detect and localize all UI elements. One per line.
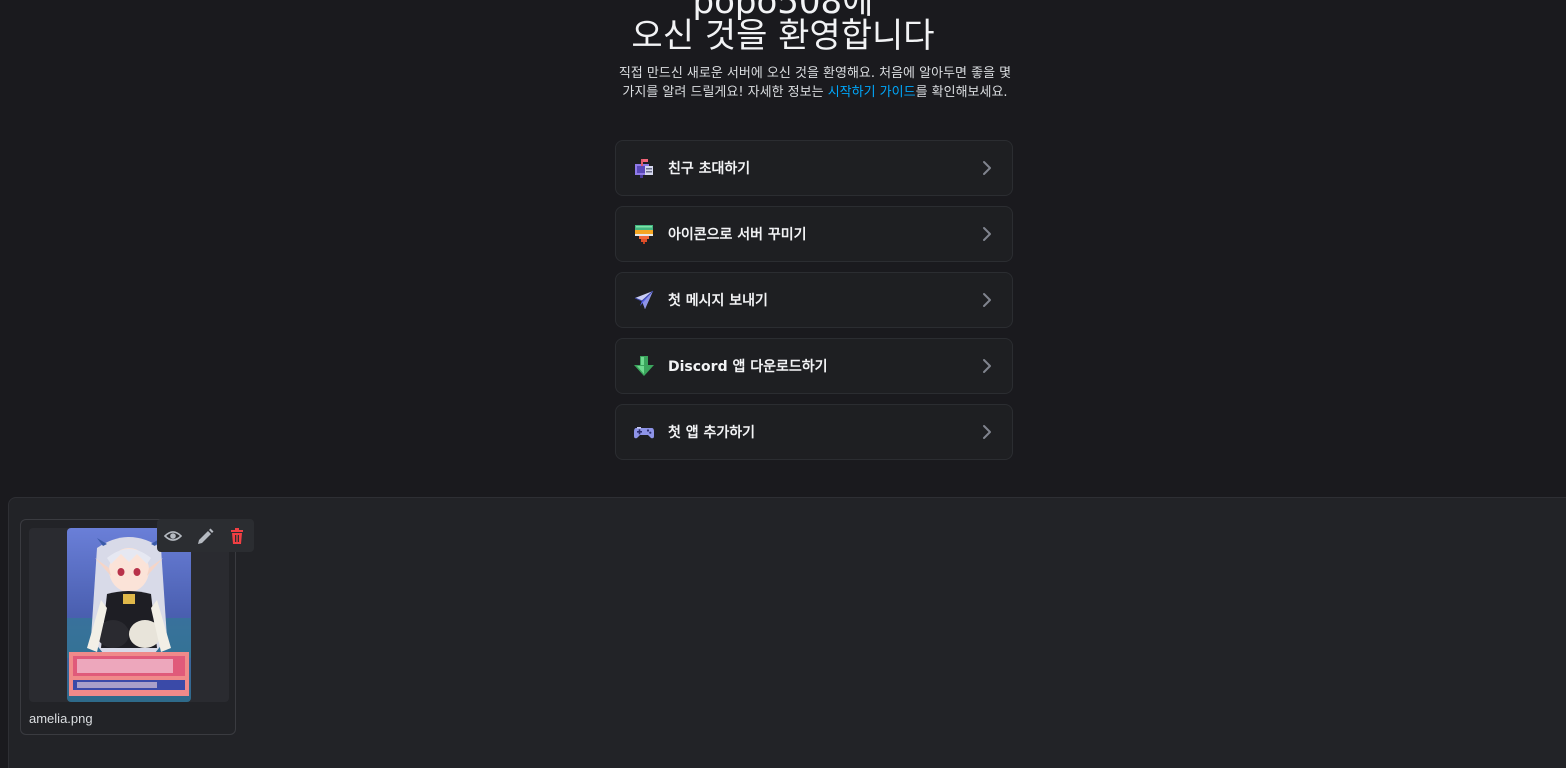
pencil-icon[interactable] (196, 527, 214, 545)
chevron-right-icon (983, 359, 991, 373)
download-arrow-icon (634, 356, 654, 376)
welcome-description: 직접 만드신 새로운 서버에 오신 것을 환영해요. 처음에 알아두면 좋을 몇… (615, 65, 1015, 102)
download-app-card[interactable]: Discord 앱 다운로드하기 (615, 338, 1013, 394)
card-label: 첫 앱 추가하기 (668, 425, 756, 441)
eye-icon[interactable] (164, 527, 182, 545)
mailbox-icon (635, 159, 653, 178)
welcome-section: popo508에 오신 것을 환영합니다 직접 만드신 새로운 서버에 오신 것… (0, 0, 1566, 497)
welcome-title-line2: 오신 것을 환영합니다 (631, 16, 935, 56)
invite-friends-card[interactable]: 친구 초대하기 (615, 140, 1013, 196)
chevron-right-icon (983, 293, 991, 307)
chevron-right-icon (983, 227, 991, 241)
paper-plane-icon (634, 290, 654, 309)
personalize-server-card[interactable]: 아이콘으로 서버 꾸미기 (615, 206, 1013, 262)
attachment-filename: amelia.png (29, 711, 93, 726)
gamepad-icon (634, 427, 654, 439)
send-first-message-card[interactable]: 첫 메시지 보내기 (615, 272, 1013, 328)
chevron-right-icon (983, 161, 991, 175)
attachment-action-bar (157, 519, 254, 552)
paint-icon (635, 225, 653, 244)
attachment-thumbnail-image[interactable] (67, 528, 191, 702)
add-first-app-card[interactable]: 첫 앱 추가하기 (615, 404, 1013, 460)
card-label: 친구 초대하기 (668, 161, 751, 177)
card-label: 첫 메시지 보내기 (668, 293, 768, 309)
card-label: Discord 앱 다운로드하기 (668, 359, 828, 375)
desc-text-after: 를 확인해보세요. (915, 84, 1008, 100)
chevron-right-icon (983, 425, 991, 439)
getting-started-guide-link[interactable]: 시작하기 가이드 (828, 85, 916, 100)
trash-icon[interactable] (228, 527, 246, 545)
card-label: 아이콘으로 서버 꾸미기 (668, 227, 807, 243)
